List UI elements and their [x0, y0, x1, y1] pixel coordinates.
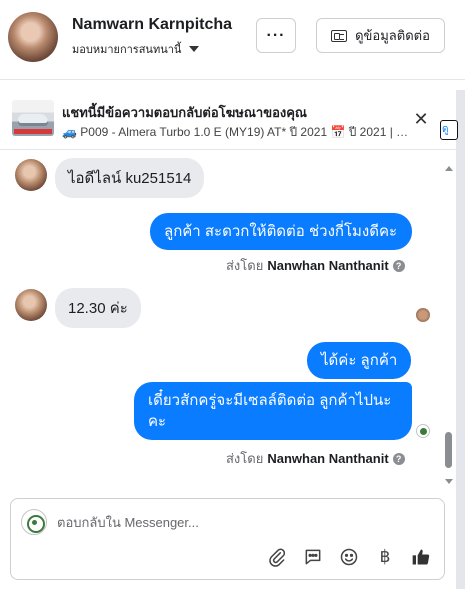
ad-banner-subtitle[interactable]: 🚙 P009 - Almera Turbo 1.0 E (MY19) AT* ป…: [62, 123, 422, 142]
message-bubble-outgoing: ได้ค่ะ ลูกค้า: [307, 342, 412, 379]
side-panel-tab[interactable]: ดู: [440, 120, 458, 140]
sent-by-line: ส่งโดย Nanwhan Nanthanit ?: [226, 448, 405, 469]
message-bubble-incoming: 12.30 ค่ะ: [55, 288, 141, 328]
emoji-icon[interactable]: [338, 546, 360, 568]
customer-name[interactable]: Namwarn Karnpitcha: [72, 16, 232, 34]
customer-avatar[interactable]: [8, 12, 58, 62]
view-contact-label: ดูข้อมูลติดต่อ: [355, 28, 430, 43]
ad-banner-title: แชทนี้มีข้อความตอบกลับต่อโฆษณาของคุณ: [62, 105, 307, 120]
side-panel-edge: [456, 90, 465, 589]
reply-input[interactable]: [57, 511, 427, 533]
message-bubble-incoming: ไอดีไลน์ ku251514: [55, 158, 205, 198]
conversation-header: Namwarn Karnpitcha มอบหมายการสนทนานี้ ··…: [0, 0, 465, 80]
assign-label: มอบหมายการสนทนานี้: [72, 44, 182, 56]
scroll-down-icon[interactable]: [445, 479, 453, 484]
info-icon[interactable]: ?: [392, 259, 405, 272]
view-contact-button[interactable]: ดูข้อมูลติดต่อ: [316, 18, 445, 53]
read-receipt-avatar: [416, 308, 430, 322]
thread-scrollbar[interactable]: [443, 160, 455, 490]
page-logo-icon: [21, 509, 47, 535]
more-options-button[interactable]: ···: [256, 18, 296, 53]
customer-avatar-small: [15, 159, 47, 191]
composer-toolbar: ฿: [266, 546, 432, 568]
seen-indicator-logo: [416, 424, 430, 438]
ad-reply-banner: แชทนี้มีข้อความตอบกลับต่อโฆษณาของคุณ 🚙 P…: [0, 90, 465, 150]
sent-by-line: ส่งโดย Nanwhan Nanthanit ?: [226, 255, 405, 276]
attach-paperclip-icon[interactable]: [266, 546, 288, 568]
assign-conversation-dropdown[interactable]: มอบหมายการสนทนานี้: [72, 40, 200, 58]
saved-replies-icon[interactable]: [302, 546, 324, 568]
customer-avatar-small: [15, 289, 47, 321]
sent-by-agent: Nanwhan Nanthanit: [267, 451, 389, 466]
info-icon[interactable]: ?: [392, 452, 405, 465]
thumbs-up-icon[interactable]: [410, 546, 432, 568]
close-icon[interactable]: ✕: [412, 110, 430, 128]
reply-composer: ฿: [10, 498, 445, 580]
message-thread[interactable]: ไอดีไลน์ ku251514 ลูกค้า สะดวกให้ติดต่อ …: [0, 150, 455, 490]
contact-card-icon: [331, 29, 348, 42]
message-bubble-outgoing: เดี๋ยวสักครู่จะมีเซลล์ติดต่อ ลูกค้าไปนะค…: [134, 382, 412, 440]
ad-thumbnail: [12, 100, 54, 136]
message-bubble-outgoing: ลูกค้า สะดวกให้ติดต่อ ช่วงกี่โมงดีคะ: [150, 213, 412, 250]
scrollbar-thumb[interactable]: [445, 432, 452, 468]
sent-by-agent: Nanwhan Nanthanit: [267, 258, 389, 273]
caret-down-icon: [189, 46, 200, 52]
scroll-up-icon[interactable]: [445, 166, 453, 171]
payment-baht-icon[interactable]: ฿: [374, 546, 396, 568]
